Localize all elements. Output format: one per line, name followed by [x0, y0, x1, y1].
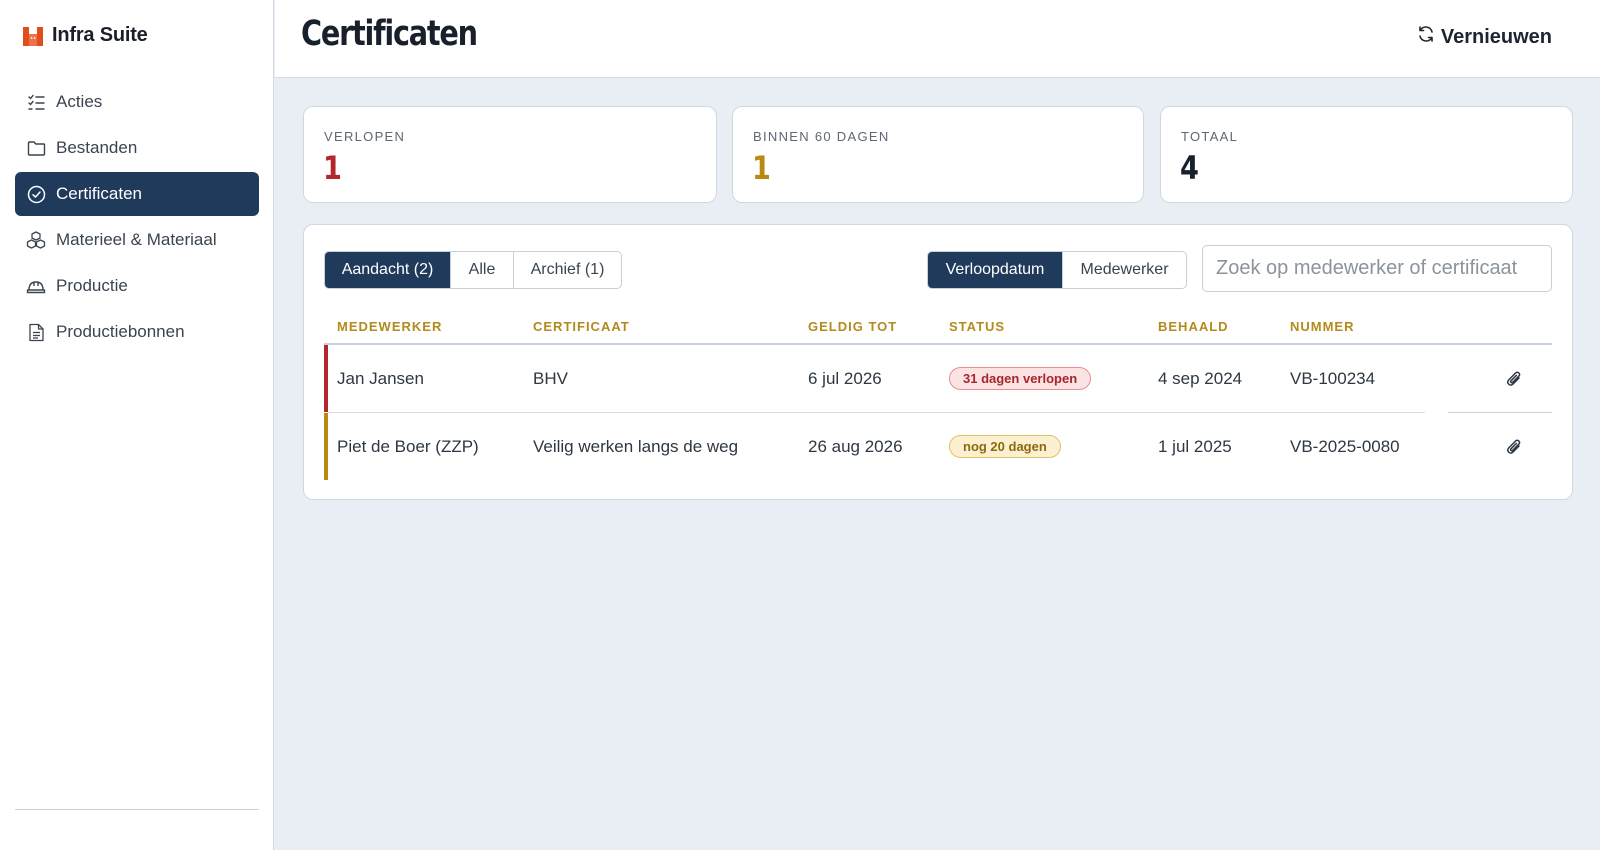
attachment-button[interactable] — [1506, 345, 1522, 412]
refresh-button[interactable]: Vernieuwen — [1417, 25, 1552, 49]
page-header: Certificaten Vernieuwen — [275, 0, 1600, 78]
cell-nummer: VB-2025-0080 — [1290, 436, 1400, 456]
sidebar-item-label: Materieel & Materiaal — [56, 230, 217, 249]
filter-tabs: Aandacht (2) Alle Archief (1) — [324, 251, 622, 289]
cell-behaald: 4 sep 2024 — [1158, 368, 1243, 388]
attachment-button[interactable] — [1506, 413, 1522, 480]
sort-verloopdatum[interactable]: Verloopdatum — [928, 252, 1063, 288]
certificates-panel: Aandacht (2) Alle Archief (1) Verloopdat… — [303, 224, 1573, 500]
column-header-geldig-tot[interactable]: GELDIG TOT — [808, 319, 897, 334]
stat-value: 4 — [1180, 149, 1199, 187]
sidebar-item-label: Productiebonnen — [56, 322, 185, 341]
sidebar-item-productiebonnen[interactable]: Productiebonnen — [15, 310, 259, 354]
stat-card-binnen-60-dagen: BINNEN 60 DAGEN 1 — [732, 106, 1144, 203]
stat-value: 1 — [323, 149, 342, 187]
tab-archief[interactable]: Archief (1) — [514, 252, 621, 288]
sidebar-item-acties[interactable]: Acties — [15, 80, 259, 124]
check-circle-icon — [26, 184, 46, 204]
column-header-status[interactable]: STATUS — [949, 319, 1005, 334]
page-title: Certificaten — [301, 14, 478, 54]
checklist-icon — [26, 92, 46, 112]
cell-behaald: 1 jul 2025 — [1158, 436, 1232, 456]
infra-suite-logo-icon — [23, 26, 43, 46]
hardhat-icon — [26, 276, 46, 296]
stat-label: VERLOPEN — [324, 129, 406, 144]
app-name: Infra Suite — [52, 24, 148, 46]
cell-nummer: VB-100234 — [1290, 368, 1376, 388]
cell-certificaat: BHV — [533, 368, 568, 388]
sidebar-item-bestanden[interactable]: Bestanden — [15, 126, 259, 170]
column-header-certificaat[interactable]: CERTIFICAAT — [533, 319, 630, 334]
sidebar: Infra Suite Acties Bestanden Certificate… — [0, 0, 274, 850]
status-badge: 31 dagen verlopen — [949, 367, 1092, 390]
cell-medewerker: Piet de Boer (ZZP) — [337, 436, 479, 456]
cell-status: nog 20 dagen — [949, 413, 1061, 480]
column-header-nummer[interactable]: NUMMER — [1290, 319, 1355, 334]
sort-medewerker[interactable]: Medewerker — [1063, 252, 1186, 288]
stat-label: BINNEN 60 DAGEN — [753, 129, 890, 144]
refresh-label: Vernieuwen — [1440, 25, 1552, 48]
table-row[interactable]: Jan Jansen BHV 6 jul 2026 31 dagen verlo… — [324, 345, 1552, 412]
row-status-bar — [324, 345, 328, 412]
cell-certificaat: Veilig werken langs de weg — [533, 436, 739, 456]
folder-icon — [26, 138, 46, 158]
tab-alle[interactable]: Alle — [451, 252, 514, 288]
cell-medewerker: Jan Jansen — [337, 368, 424, 388]
sort-toggle: Verloopdatum Medewerker — [927, 251, 1187, 289]
document-icon — [26, 322, 46, 342]
cell-geldig-tot: 26 aug 2026 — [808, 436, 903, 456]
sidebar-item-certificaten[interactable]: Certificaten — [15, 172, 259, 216]
cell-status: 31 dagen verlopen — [949, 345, 1092, 412]
search-input[interactable] — [1202, 245, 1552, 292]
stat-card-totaal: TOTAAL 4 — [1160, 106, 1573, 203]
sidebar-item-label: Bestanden — [56, 138, 138, 157]
column-header-medewerker[interactable]: MEDEWERKER — [337, 319, 442, 334]
refresh-icon — [1417, 25, 1435, 49]
sidebar-divider — [15, 809, 259, 810]
cell-geldig-tot: 6 jul 2026 — [808, 368, 882, 388]
status-badge: nog 20 dagen — [949, 435, 1061, 458]
table-header: MEDEWERKER CERTIFICAAT GELDIG TOT STATUS… — [324, 309, 1552, 345]
row-status-bar — [324, 413, 328, 480]
brand[interactable]: Infra Suite — [22, 24, 148, 47]
stat-value: 1 — [752, 149, 771, 187]
boxes-icon — [26, 230, 46, 250]
stat-card-verlopen: VERLOPEN 1 — [303, 106, 717, 203]
paperclip-icon — [1506, 438, 1521, 454]
sidebar-item-label: Certificaten — [56, 184, 142, 203]
tab-aandacht[interactable]: Aandacht (2) — [325, 252, 451, 288]
sidebar-item-materieel-materiaal[interactable]: Materieel & Materiaal — [15, 218, 259, 262]
table-row[interactable]: Piet de Boer (ZZP) Veilig werken langs d… — [324, 413, 1552, 480]
sidebar-nav: Acties Bestanden Certificaten Materieel … — [15, 80, 259, 356]
paperclip-icon — [1506, 370, 1521, 386]
sidebar-item-productie[interactable]: Productie — [15, 264, 259, 308]
sidebar-item-label: Acties — [56, 92, 103, 111]
sidebar-item-label: Productie — [56, 276, 128, 295]
stat-label: TOTAAL — [1181, 129, 1239, 144]
column-header-behaald[interactable]: BEHAALD — [1158, 319, 1229, 334]
